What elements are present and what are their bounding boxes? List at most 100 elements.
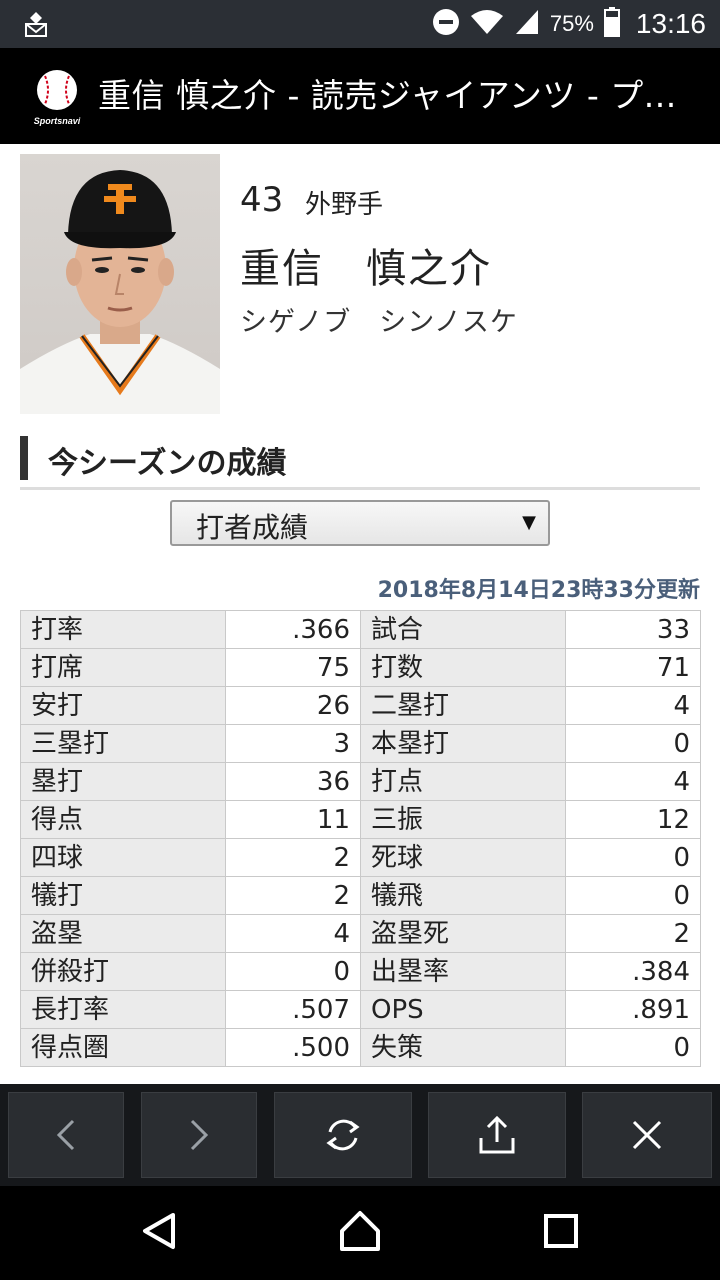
stat-value: 12 (565, 800, 701, 839)
nav-recents-icon (543, 1213, 579, 1253)
page-title: 重信 慎之介 - 読売ジャイアンツ - プ... (98, 76, 677, 115)
stat-label: 本塁打 (360, 724, 566, 763)
stat-value: 0 (225, 952, 361, 991)
nav-recents-button[interactable] (536, 1208, 586, 1258)
section-header: 今シーズンの成績 (20, 434, 700, 490)
nav-back-button[interactable] (134, 1208, 184, 1258)
stat-value: 4 (565, 762, 701, 801)
stat-value: 36 (225, 762, 361, 801)
forward-icon (184, 1115, 214, 1155)
notification-icon (22, 10, 50, 38)
stats-row: 打席 75 打数 71 (20, 648, 701, 687)
stat-value: 11 (225, 800, 361, 839)
forward-button[interactable] (141, 1092, 257, 1178)
stats-row: 盗塁 4 盗塁死 2 (20, 914, 701, 953)
stat-value: 4 (565, 686, 701, 725)
stat-value: .366 (225, 610, 361, 649)
stat-value: .891 (565, 990, 701, 1029)
stat-label: 打数 (360, 648, 566, 687)
stat-value: 0 (565, 1028, 701, 1067)
battery-icon (603, 7, 620, 41)
stats-row: 長打率 .507 OPS .891 (20, 990, 701, 1029)
stat-label: 塁打 (20, 762, 226, 801)
stat-label: 三塁打 (20, 724, 226, 763)
player-number: 43 (240, 180, 284, 220)
stats-row: 打率 .366 試合 33 (20, 610, 701, 649)
sportsnavi-logo[interactable]: Sportsnavi (28, 68, 86, 128)
stats-row: 犠打 2 犠飛 0 (20, 876, 701, 915)
signal-icon (514, 8, 540, 40)
section-header-bar (20, 436, 28, 480)
player-position: 外野手 (305, 190, 384, 220)
stats-row: 得点圏 .500 失策 0 (20, 1028, 701, 1067)
refresh-icon (322, 1114, 364, 1156)
stats-table: 打率 .366 試合 33 打席 75 打数 71 安打 26 二塁打 4 三塁打 3 本塁打 0 塁打 36 打点… (20, 610, 701, 1067)
content: 43 外野手 重信 慎之介 シゲノブ シンノスケ 今シーズンの成績 打者成績 ▼… (0, 144, 720, 1084)
nav-back-icon (139, 1211, 179, 1255)
back-icon (51, 1115, 81, 1155)
stat-label: 試合 (360, 610, 566, 649)
stat-label: 安打 (20, 686, 226, 725)
stat-value: .507 (225, 990, 361, 1029)
stat-label: 出塁率 (360, 952, 566, 991)
stat-value: 2 (565, 914, 701, 953)
back-button[interactable] (8, 1092, 124, 1178)
stat-value: 0 (565, 876, 701, 915)
stat-value: 2 (225, 838, 361, 877)
stat-label: 犠打 (20, 876, 226, 915)
stat-label: 失策 (360, 1028, 566, 1067)
stat-value: 26 (225, 686, 361, 725)
stat-type-select[interactable]: 打者成績 ▼ (170, 500, 550, 546)
stat-value: 33 (565, 610, 701, 649)
system-nav-bar (0, 1186, 720, 1280)
stats-row: 三塁打 3 本塁打 0 (20, 724, 701, 763)
stat-label: 長打率 (20, 990, 226, 1029)
stat-value: 0 (565, 838, 701, 877)
stats-row: 安打 26 二塁打 4 (20, 686, 701, 725)
stats-row: 併殺打 0 出塁率 .384 (20, 952, 701, 991)
share-icon (476, 1114, 518, 1156)
stat-label: 三振 (360, 800, 566, 839)
close-button[interactable] (582, 1092, 712, 1178)
status-bar: 75% 13:16 (0, 0, 720, 48)
stat-label: 盗塁死 (360, 914, 566, 953)
wifi-icon (470, 8, 504, 40)
dropdown-arrow-icon: ▼ (522, 512, 536, 533)
nav-home-button[interactable] (335, 1208, 385, 1258)
player-name: 重信 慎之介 (240, 246, 492, 292)
stats-row: 四球 2 死球 0 (20, 838, 701, 877)
section-title: 今シーズンの成績 (48, 446, 287, 481)
stat-label: 死球 (360, 838, 566, 877)
logo-text: Sportsnavi (34, 116, 81, 126)
stat-label: 二塁打 (360, 686, 566, 725)
stat-label: 得点 (20, 800, 226, 839)
stat-label: 盗塁 (20, 914, 226, 953)
close-icon (629, 1117, 665, 1153)
stats-row: 得点 11 三振 12 (20, 800, 701, 839)
do-not-disturb-icon (432, 8, 460, 40)
stat-value: 2 (225, 876, 361, 915)
stat-label: 打率 (20, 610, 226, 649)
player-photo (20, 154, 220, 414)
stat-label: 併殺打 (20, 952, 226, 991)
stat-label: 四球 (20, 838, 226, 877)
stat-label: OPS (360, 990, 566, 1029)
app-bar: Sportsnavi 重信 慎之介 - 読売ジャイアンツ - プ... (0, 48, 720, 144)
share-button[interactable] (428, 1092, 566, 1178)
stat-label: 犠飛 (360, 876, 566, 915)
stat-label: 打席 (20, 648, 226, 687)
stats-row: 塁打 36 打点 4 (20, 762, 701, 801)
stat-value: 4 (225, 914, 361, 953)
player-kana: シゲノブ シンノスケ (240, 307, 518, 338)
stat-value: 71 (565, 648, 701, 687)
clock: 13:16 (635, 8, 706, 39)
stat-value: .500 (225, 1028, 361, 1067)
updated-timestamp: 2018年8月14日23時33分更新 (377, 578, 700, 603)
battery-percent: 75% (549, 11, 594, 36)
refresh-button[interactable] (274, 1092, 412, 1178)
stat-type-select-value: 打者成績 (196, 511, 309, 544)
stat-label: 打点 (360, 762, 566, 801)
nav-home-icon (338, 1209, 382, 1257)
stat-value: 75 (225, 648, 361, 687)
stat-value: 0 (565, 724, 701, 763)
